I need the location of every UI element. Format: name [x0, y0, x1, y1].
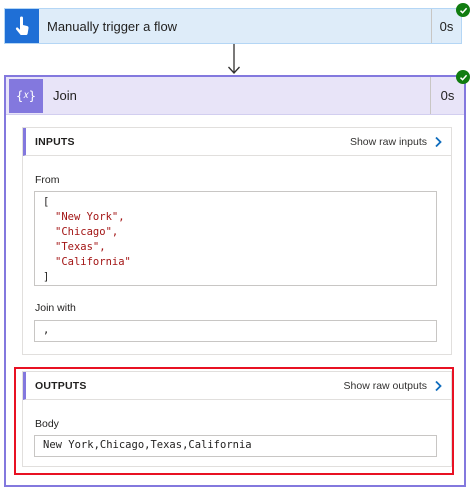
from-label: From	[35, 174, 60, 186]
outputs-section: OUTPUTS Show raw outputs Body New York,C…	[22, 371, 452, 467]
body-value: New York,Chicago,Texas,California	[43, 439, 252, 451]
join-title: Join	[53, 88, 77, 103]
inputs-header: INPUTS Show raw inputs	[23, 128, 451, 156]
show-raw-inputs-link[interactable]: Show raw inputs	[350, 136, 427, 148]
body-label: Body	[35, 418, 59, 430]
join-success-check-icon	[456, 70, 470, 84]
show-raw-outputs-link[interactable]: Show raw outputs	[344, 380, 427, 392]
inputs-header-label: INPUTS	[35, 135, 75, 148]
join-header[interactable]: {𝑥} Join 0s	[6, 77, 464, 115]
chevron-right-icon[interactable]	[433, 136, 443, 148]
trigger-title: Manually trigger a flow	[47, 18, 178, 34]
hand-tap-icon	[15, 16, 29, 36]
json-item: "Chicago",	[55, 226, 119, 238]
join-with-field: ,	[34, 320, 437, 342]
join-with-value: ,	[43, 324, 50, 336]
body-field: New York,Chicago,Texas,California	[34, 435, 437, 457]
outputs-header-label: OUTPUTS	[35, 379, 87, 392]
trigger-success-check-icon	[456, 3, 470, 17]
inputs-section: INPUTS Show raw inputs From [ "New York"…	[22, 127, 452, 355]
json-open-bracket: [	[43, 196, 50, 208]
json-close-bracket: ]	[43, 271, 50, 283]
trigger-icon-box	[5, 9, 39, 43]
json-item: "Texas",	[55, 241, 106, 253]
join-with-label: Join with	[35, 302, 76, 314]
json-item: "New York",	[55, 211, 125, 223]
join-action-card: {𝑥} Join 0s INPUTS Show raw inputs From …	[4, 75, 466, 487]
chevron-right-icon[interactable]	[433, 380, 443, 392]
json-item: "California"	[55, 256, 131, 268]
connector-arrow-icon	[228, 44, 240, 74]
outputs-header: OUTPUTS Show raw outputs	[23, 372, 451, 400]
variable-braces-icon: {𝑥}	[9, 78, 43, 113]
trigger-card[interactable]: Manually trigger a flow 0s	[4, 8, 462, 44]
from-field: [ "New York", "Chicago", "Texas", "Calif…	[34, 191, 437, 286]
